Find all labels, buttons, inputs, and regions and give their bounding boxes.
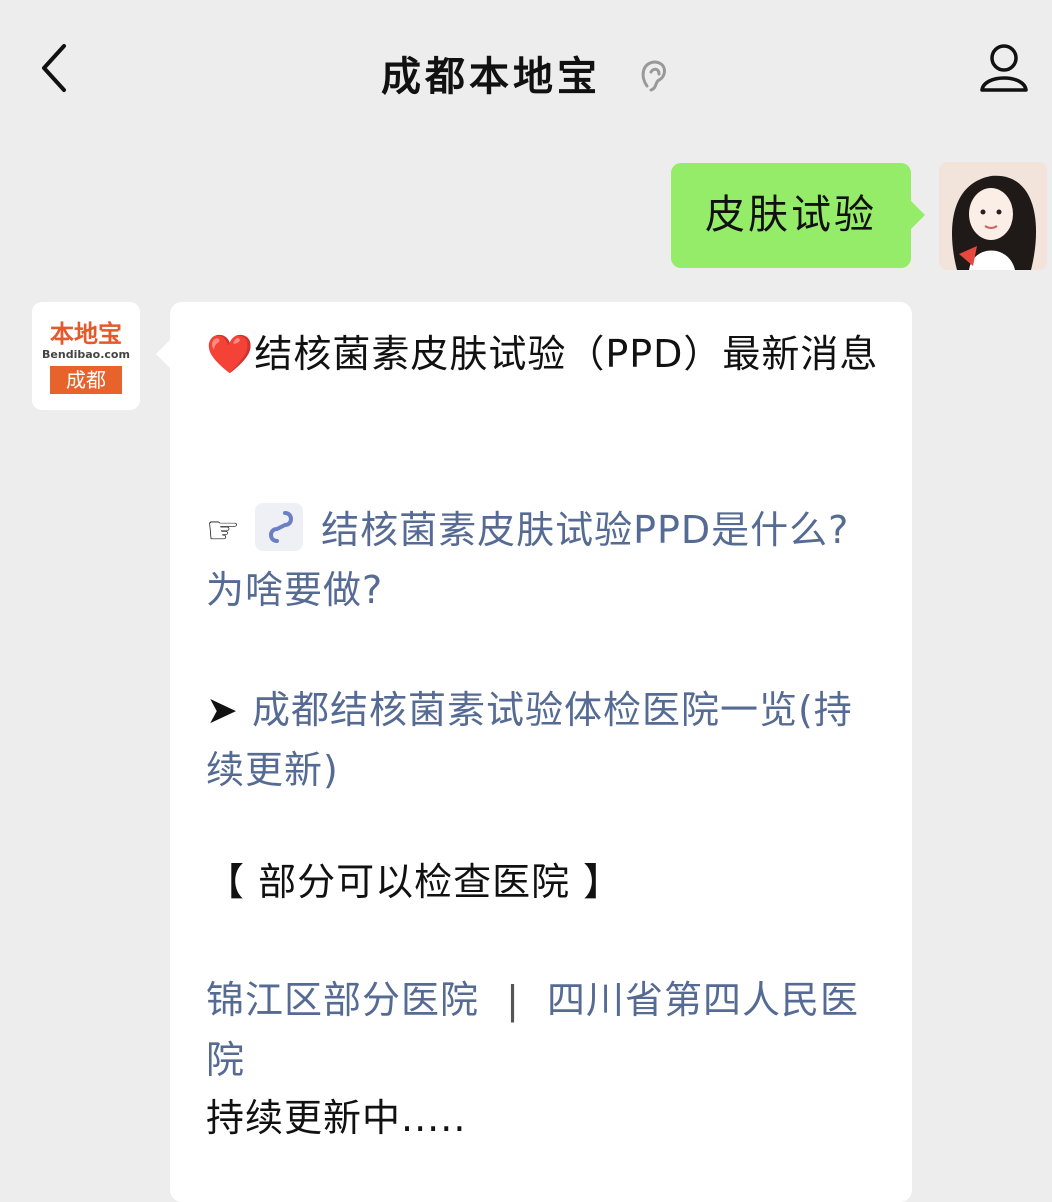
arrow-icon: ➤ [206, 688, 239, 732]
chat-title: 成都本地宝 [381, 54, 602, 100]
bot-avatar[interactable]: 本地宝 Bendibao.com 成都 [32, 302, 140, 410]
mini-program-link-icon[interactable] [255, 503, 304, 551]
link-jinjiang-hospitals[interactable]: 锦江区部分医院 [206, 978, 479, 1022]
logo-text: 本地宝 [50, 320, 122, 348]
user-avatar[interactable] [939, 162, 1047, 270]
chat-header: 成都本地宝 [0, 0, 1052, 140]
pointing-hand-icon: ☞ [206, 508, 242, 552]
footer-text: 持续更新中..... [206, 1096, 467, 1140]
logo-subtext: Bendibao.com [42, 348, 130, 361]
user-message-text: 皮肤试验 [705, 192, 877, 238]
link-hospital-list[interactable]: 成都结核菌素试验体检医院一览(持续更新) [206, 688, 853, 792]
section-header: 【 部分可以检查医院 】 [206, 860, 623, 904]
hospital-links: 锦江区部分医院 | 四川省第四人民医院 [206, 970, 886, 1090]
link2-line: ➤ 成都结核菌素试验体检医院一览(持续更新) [206, 680, 886, 800]
heart-icon: ❤️ [206, 332, 255, 376]
logo-city-badge: 成都 [50, 366, 122, 394]
separator: | [506, 978, 520, 1022]
chat-title-container: 成都本地宝 [0, 44, 1052, 102]
profile-icon[interactable] [976, 40, 1032, 96]
user-message-row: 皮肤试验 [0, 160, 1052, 280]
headline: ❤️结核菌素皮肤试验（PPD）最新消息 [206, 324, 886, 384]
user-message-bubble[interactable]: 皮肤试验 [671, 163, 925, 268]
bot-message-bubble: ❤️结核菌素皮肤试验（PPD）最新消息 ☞ 结核菌素皮肤试验PPD是什么?为啥要做… [156, 302, 912, 1202]
headline-text: 结核菌素皮肤试验（PPD）最新消息 [254, 332, 879, 376]
ear-icon[interactable] [637, 56, 671, 96]
link1-line: ☞ 结核菌素皮肤试验PPD是什么?为啥要做? [206, 500, 886, 620]
